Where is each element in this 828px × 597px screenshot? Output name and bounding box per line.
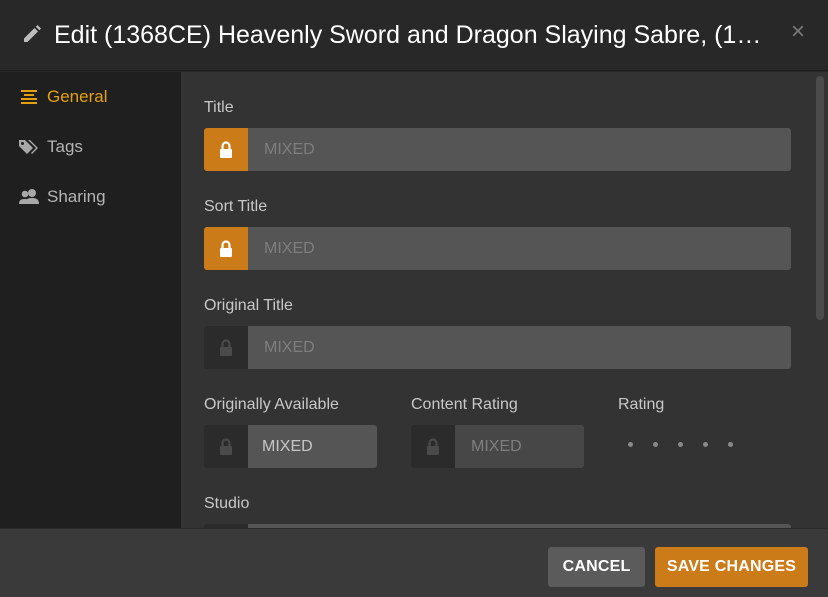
rating-star-4[interactable] — [703, 442, 708, 447]
originally-available-input[interactable] — [248, 425, 377, 468]
rating-star-2[interactable] — [653, 442, 658, 447]
dialog-title: Edit (1368CE) Heavenly Sword and Dragon … — [54, 21, 774, 49]
rating-star-3[interactable] — [678, 442, 683, 447]
edit-dialog: Edit (1368CE) Heavenly Sword and Dragon … — [0, 0, 828, 597]
content-scrollbar[interactable] — [816, 76, 824, 320]
sidebar: General Tags Sharing — [0, 72, 181, 528]
pencil-icon — [24, 25, 41, 42]
original-title-input[interactable] — [248, 326, 791, 369]
tags-icon — [19, 140, 38, 154]
sidebar-item-sharing[interactable]: Sharing — [0, 177, 181, 217]
close-icon[interactable]: × — [788, 20, 808, 44]
list-icon — [21, 90, 37, 104]
studio-label: Studio — [204, 495, 250, 512]
lock-icon — [220, 140, 232, 158]
save-changes-button[interactable]: SAVE CHANGES — [655, 547, 808, 587]
content-rating-label: Content Rating — [411, 396, 518, 413]
rating-star-1[interactable] — [628, 442, 633, 447]
rating-label: Rating — [618, 396, 665, 413]
originally-available-lock-toggle[interactable] — [204, 425, 248, 468]
sidebar-item-label: Sharing — [47, 187, 106, 206]
originally-available-label: Originally Available — [204, 396, 339, 413]
original-title-label: Original Title — [204, 297, 293, 314]
title-lock-toggle[interactable] — [204, 128, 248, 171]
cancel-button[interactable]: CANCEL — [548, 547, 645, 587]
sort-title-input[interactable] — [248, 227, 791, 270]
sidebar-item-label: General — [47, 87, 108, 106]
rating-stars[interactable] — [625, 440, 745, 450]
users-icon — [19, 189, 39, 204]
sidebar-item-tags[interactable]: Tags — [0, 127, 181, 167]
sidebar-item-label: Tags — [47, 137, 83, 156]
lock-icon — [220, 338, 232, 356]
sidebar-item-general[interactable]: General — [0, 77, 181, 117]
dialog-footer: CANCEL SAVE CHANGES — [0, 528, 828, 597]
title-label: Title — [204, 99, 234, 116]
content-rating-input[interactable] — [455, 425, 584, 468]
original-title-lock-toggle[interactable] — [204, 326, 248, 369]
sort-title-label: Sort Title — [204, 198, 268, 215]
sort-title-lock-toggle[interactable] — [204, 227, 248, 270]
rating-star-5[interactable] — [728, 442, 733, 447]
dialog-header: Edit (1368CE) Heavenly Sword and Dragon … — [0, 0, 828, 71]
content-rating-lock-toggle[interactable] — [411, 425, 455, 468]
lock-icon — [220, 437, 232, 455]
lock-icon — [427, 437, 439, 455]
general-form: Title Sort Title Original Title — [181, 72, 828, 528]
title-input[interactable] — [248, 128, 791, 171]
lock-icon — [220, 239, 232, 257]
